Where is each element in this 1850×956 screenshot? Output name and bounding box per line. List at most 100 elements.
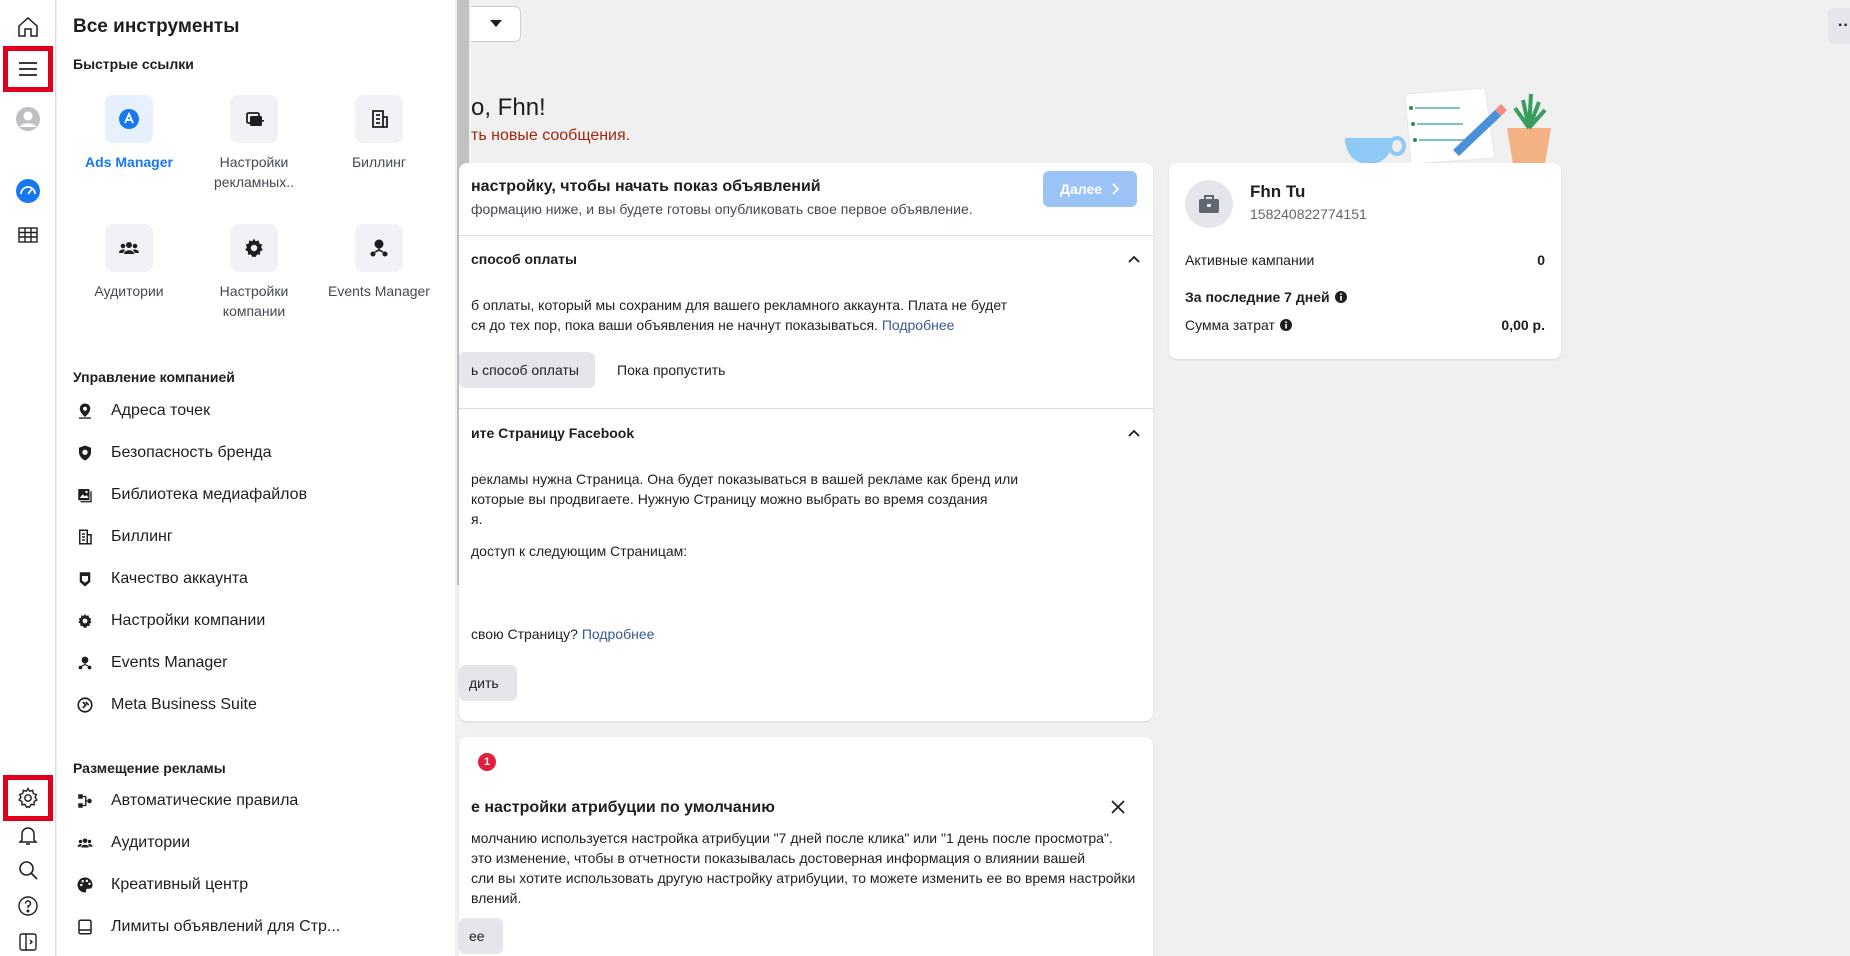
automated-rules-icon [73, 789, 97, 813]
attribution-card: е настройки атрибуции по умолчанию молча… [459, 737, 1153, 956]
events-manager-icon [355, 224, 403, 272]
help-icon[interactable] [8, 886, 48, 926]
ad-limits-icon [73, 915, 97, 939]
payment-text: б оплаты, который мы сохраним для вашего… [471, 297, 1008, 313]
nav-item-events-manager[interactable]: Events Manager [73, 645, 433, 681]
nav-item-automated-rules[interactable]: Автоматические правила [73, 783, 433, 819]
welcome-illustration [1345, 88, 1551, 164]
location-pin-icon [73, 399, 97, 423]
page-question-line: свою Страницу? Подробнее [471, 624, 654, 644]
search-icon[interactable] [8, 850, 48, 890]
payment-text-line2: ся до тех пор, пока ваши объявления не н… [471, 315, 954, 335]
setup-card: настройку, чтобы начать показ объявлений… [459, 163, 1153, 721]
attribution-title: е настройки атрибуции по умолчанию [471, 799, 775, 816]
page-text-3: я. [471, 511, 483, 527]
nav-item-creative-hub[interactable]: Креативный центр [73, 867, 433, 903]
caret-down-icon [489, 20, 502, 27]
setup-subtitle: формацию ниже, и вы будете готовы опубли… [471, 201, 973, 217]
quick-link-label: Ads Manager [85, 154, 173, 170]
nav-item-label: Биллинг [111, 528, 173, 545]
nav-item-billing[interactable]: Биллинг [73, 519, 433, 555]
manage-section-heading: Управление компанией [73, 369, 235, 385]
events-manager-icon [73, 651, 97, 675]
ads-manager-icon [105, 95, 153, 143]
nav-item-label: Библиотека медиафайлов [111, 486, 308, 503]
find-page-button[interactable]: дить [459, 665, 517, 701]
attribution-action-button[interactable]: ее [459, 918, 503, 954]
nav-item-brand-safety[interactable]: Безопасность бренда [73, 435, 433, 471]
nav-item-label: Meta Business Suite [111, 696, 257, 713]
nav-item-audiences[interactable]: Аудитории [73, 825, 433, 861]
quick-link-audiences[interactable]: Аудитории [67, 224, 191, 301]
chevron-up-icon[interactable] [1126, 252, 1142, 268]
greeting-title: о, Fhn! [471, 94, 546, 121]
briefcase-icon [1199, 195, 1219, 213]
setup-title: настройку, чтобы начать показ объявлений [471, 178, 821, 195]
quick-link-ad-account-settings[interactable]: Настройки рекламных.. [192, 95, 316, 192]
table-icon[interactable] [8, 215, 48, 255]
billing-icon [73, 525, 97, 549]
skip-button[interactable]: Пока пропустить [605, 352, 725, 388]
quick-link-label: Биллинг [351, 154, 406, 170]
icon-rail [0, 0, 56, 956]
audiences-icon [105, 224, 153, 272]
nav-item-label: Креативный центр [111, 876, 249, 893]
business-settings-icon [230, 224, 278, 272]
bell-icon[interactable] [8, 815, 48, 855]
spend-row: Сумма затрат [1185, 315, 1292, 335]
menu-icon[interactable] [3, 46, 53, 92]
quick-link-billing[interactable]: Биллинг [317, 95, 441, 172]
attribution-text-2: это изменение, чтобы в отчетности показы… [471, 850, 1086, 866]
gear-icon [73, 609, 97, 633]
greeting-subtitle[interactable]: ть новые сообщения. [471, 127, 630, 145]
page-question: свою Страницу? [471, 626, 578, 642]
learn-more-link[interactable]: Подробнее [882, 317, 955, 333]
nav-item-label: Безопасность бренда [111, 444, 272, 461]
notification-badge: 1 [478, 753, 496, 771]
account-dropdown[interactable] [471, 6, 521, 42]
quick-link-events-manager[interactable]: Events Manager [317, 224, 441, 301]
account-quality-icon [73, 567, 97, 591]
quick-link-label: Аудитории [94, 283, 164, 299]
business-suite-icon [73, 693, 97, 717]
profile-avatar-icon[interactable] [8, 99, 48, 139]
all-tools-drawer: Все инструменты Быстрые ссылки Ads Manag… [57, 0, 455, 956]
nav-item-locations[interactable]: Адреса точек [73, 393, 433, 429]
page-learn-more-link[interactable]: Подробнее [582, 626, 655, 642]
nav-item-media-library[interactable]: Библиотека медиафайлов [73, 477, 433, 513]
next-button[interactable]: Далее [1043, 171, 1137, 207]
add-payment-button[interactable]: ь способ оплаты [459, 352, 595, 388]
page-text-2: которые вы продвигаете. Нужную Страницу … [471, 491, 988, 507]
quick-link-business-settings[interactable]: Настройки компании [192, 224, 316, 321]
nav-item-account-quality[interactable]: Качество аккаунта [73, 561, 433, 597]
drawer-title: Все инструменты [73, 16, 240, 37]
divider [459, 408, 1153, 409]
ads-manager-gauge-icon[interactable] [8, 171, 48, 211]
business-avatar [1185, 180, 1233, 228]
nav-item-label: Лимиты объявлений для Стр... [111, 918, 341, 935]
nav-item-label: Адреса точек [111, 402, 211, 419]
active-campaigns-value: 0 [1537, 252, 1545, 268]
panel-toggle-icon[interactable] [8, 922, 48, 956]
chevron-up-icon[interactable] [1126, 426, 1142, 442]
quick-link-ads-manager[interactable]: Ads Manager [67, 95, 191, 172]
audiences-icon [73, 831, 97, 855]
shield-icon [73, 441, 97, 465]
quick-link-label: Настройки компании [219, 283, 289, 319]
nav-item-business-settings[interactable]: Настройки компании [73, 603, 433, 639]
media-library-icon [73, 483, 97, 507]
nav-item-label: Автоматические правила [111, 792, 299, 809]
nav-item-business-suite[interactable]: Meta Business Suite [73, 687, 433, 723]
divider [459, 235, 1153, 236]
attribution-text-4: влений. [471, 890, 522, 906]
nav-item-label: Качество аккаунта [111, 570, 248, 587]
home-icon[interactable] [8, 7, 48, 47]
last-7-days-row: За последние 7 дней [1185, 287, 1347, 307]
payment-text-2: ся до тех пор, пока ваши объявления не н… [471, 317, 878, 333]
info-icon[interactable] [1279, 319, 1292, 331]
info-icon[interactable] [1334, 291, 1347, 303]
more-options-button[interactable]: ·· [1828, 8, 1850, 44]
quick-links-heading: Быстрые ссылки [73, 56, 194, 72]
nav-item-ad-limits[interactable]: Лимиты объявлений для Стр... [73, 909, 433, 945]
close-icon[interactable] [1108, 797, 1128, 817]
